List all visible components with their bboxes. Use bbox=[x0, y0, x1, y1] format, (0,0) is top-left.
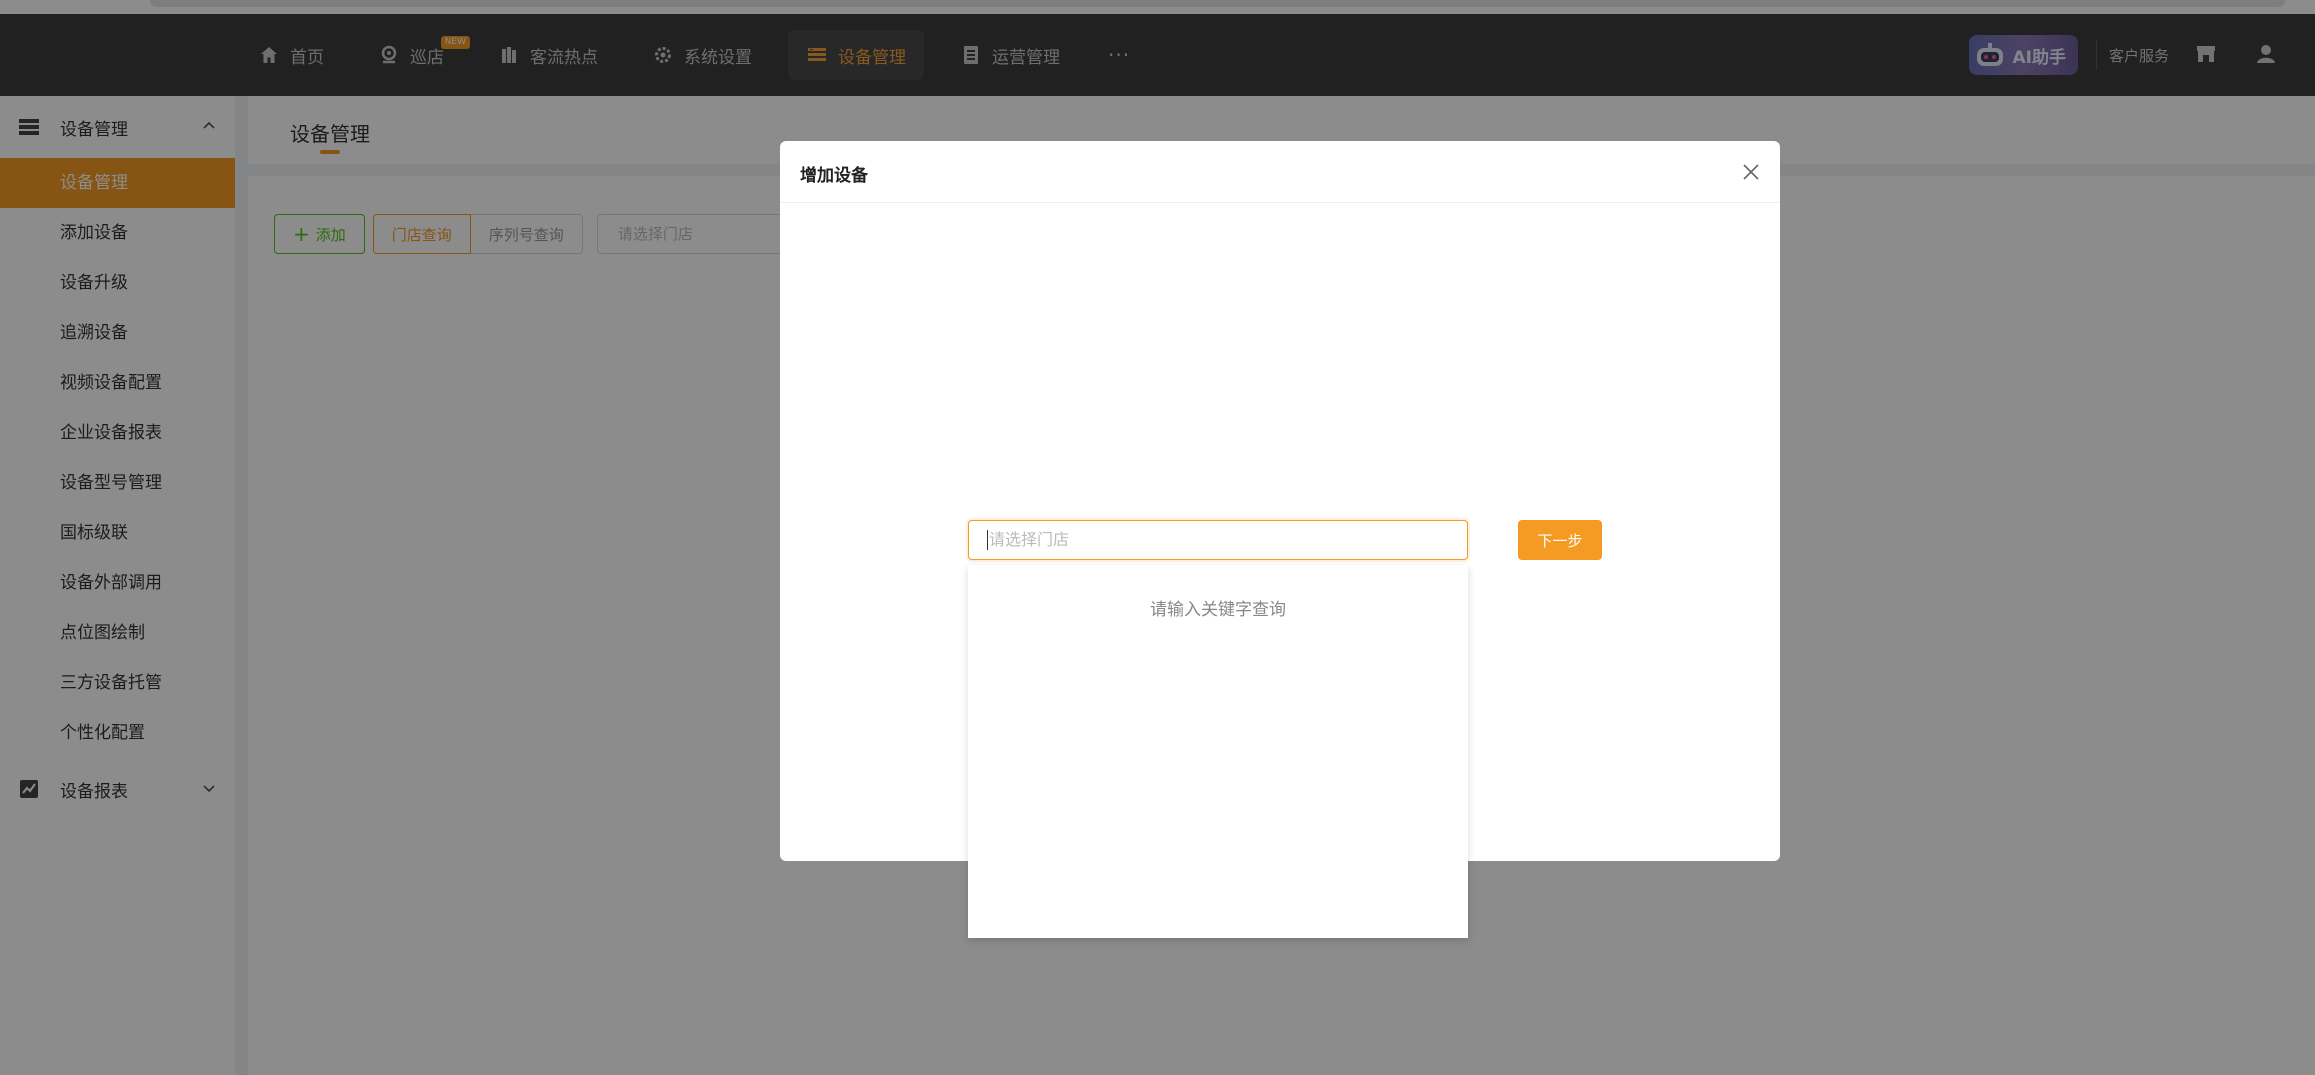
modal-header: 增加设备 bbox=[780, 141, 1780, 203]
modal-title: 增加设备 bbox=[800, 166, 868, 186]
close-icon[interactable] bbox=[1738, 159, 1764, 185]
modal-store-select[interactable]: 请选择门店 bbox=[968, 520, 1468, 560]
text-caret bbox=[987, 530, 988, 550]
next-button[interactable]: 下一步 bbox=[1518, 520, 1602, 560]
dropdown-empty-text: 请输入关键字查询 bbox=[1150, 600, 1286, 620]
modal-store-select-placeholder: 请选择门店 bbox=[989, 530, 1070, 549]
store-dropdown: 请输入关键字查询 bbox=[968, 565, 1468, 938]
